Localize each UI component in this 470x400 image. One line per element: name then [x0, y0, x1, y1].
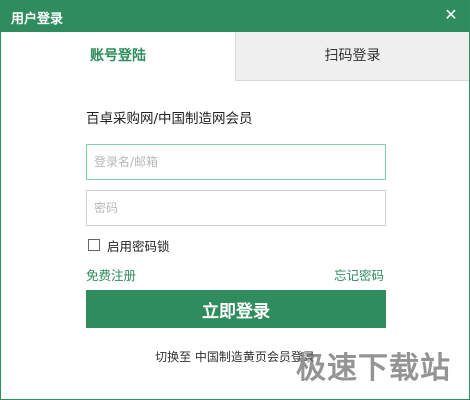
- site-watermark: 极速下载站: [296, 351, 451, 386]
- password-lock-option[interactable]: 启用密码锁: [88, 237, 170, 254]
- switch-prefix: 切换至: [155, 350, 192, 364]
- login-window: 用户登录 ✕ 账号登陆 扫码登录 百卓采购网/中国制造网会员 启用密码锁 免费注…: [0, 0, 470, 400]
- tab-qrcode-login[interactable]: 扫码登录: [235, 32, 469, 81]
- forgot-password-link[interactable]: 忘记密码: [334, 265, 384, 284]
- password-lock-label: 启用密码锁: [107, 238, 170, 254]
- login-button[interactable]: 立即登录: [86, 290, 386, 328]
- window-title: 用户登录: [11, 12, 64, 27]
- checkbox-icon[interactable]: [88, 239, 100, 251]
- register-link[interactable]: 免费注册: [86, 265, 136, 284]
- username-input[interactable]: [86, 144, 386, 180]
- password-input[interactable]: [86, 190, 386, 226]
- title-bar: 用户登录 ✕: [1, 1, 469, 32]
- member-type-label: 百卓采购网/中国制造网会员: [86, 111, 253, 127]
- login-tabs: 账号登陆 扫码登录: [1, 32, 469, 81]
- close-icon[interactable]: ✕: [441, 5, 461, 25]
- tab-account-login[interactable]: 账号登陆: [1, 32, 235, 81]
